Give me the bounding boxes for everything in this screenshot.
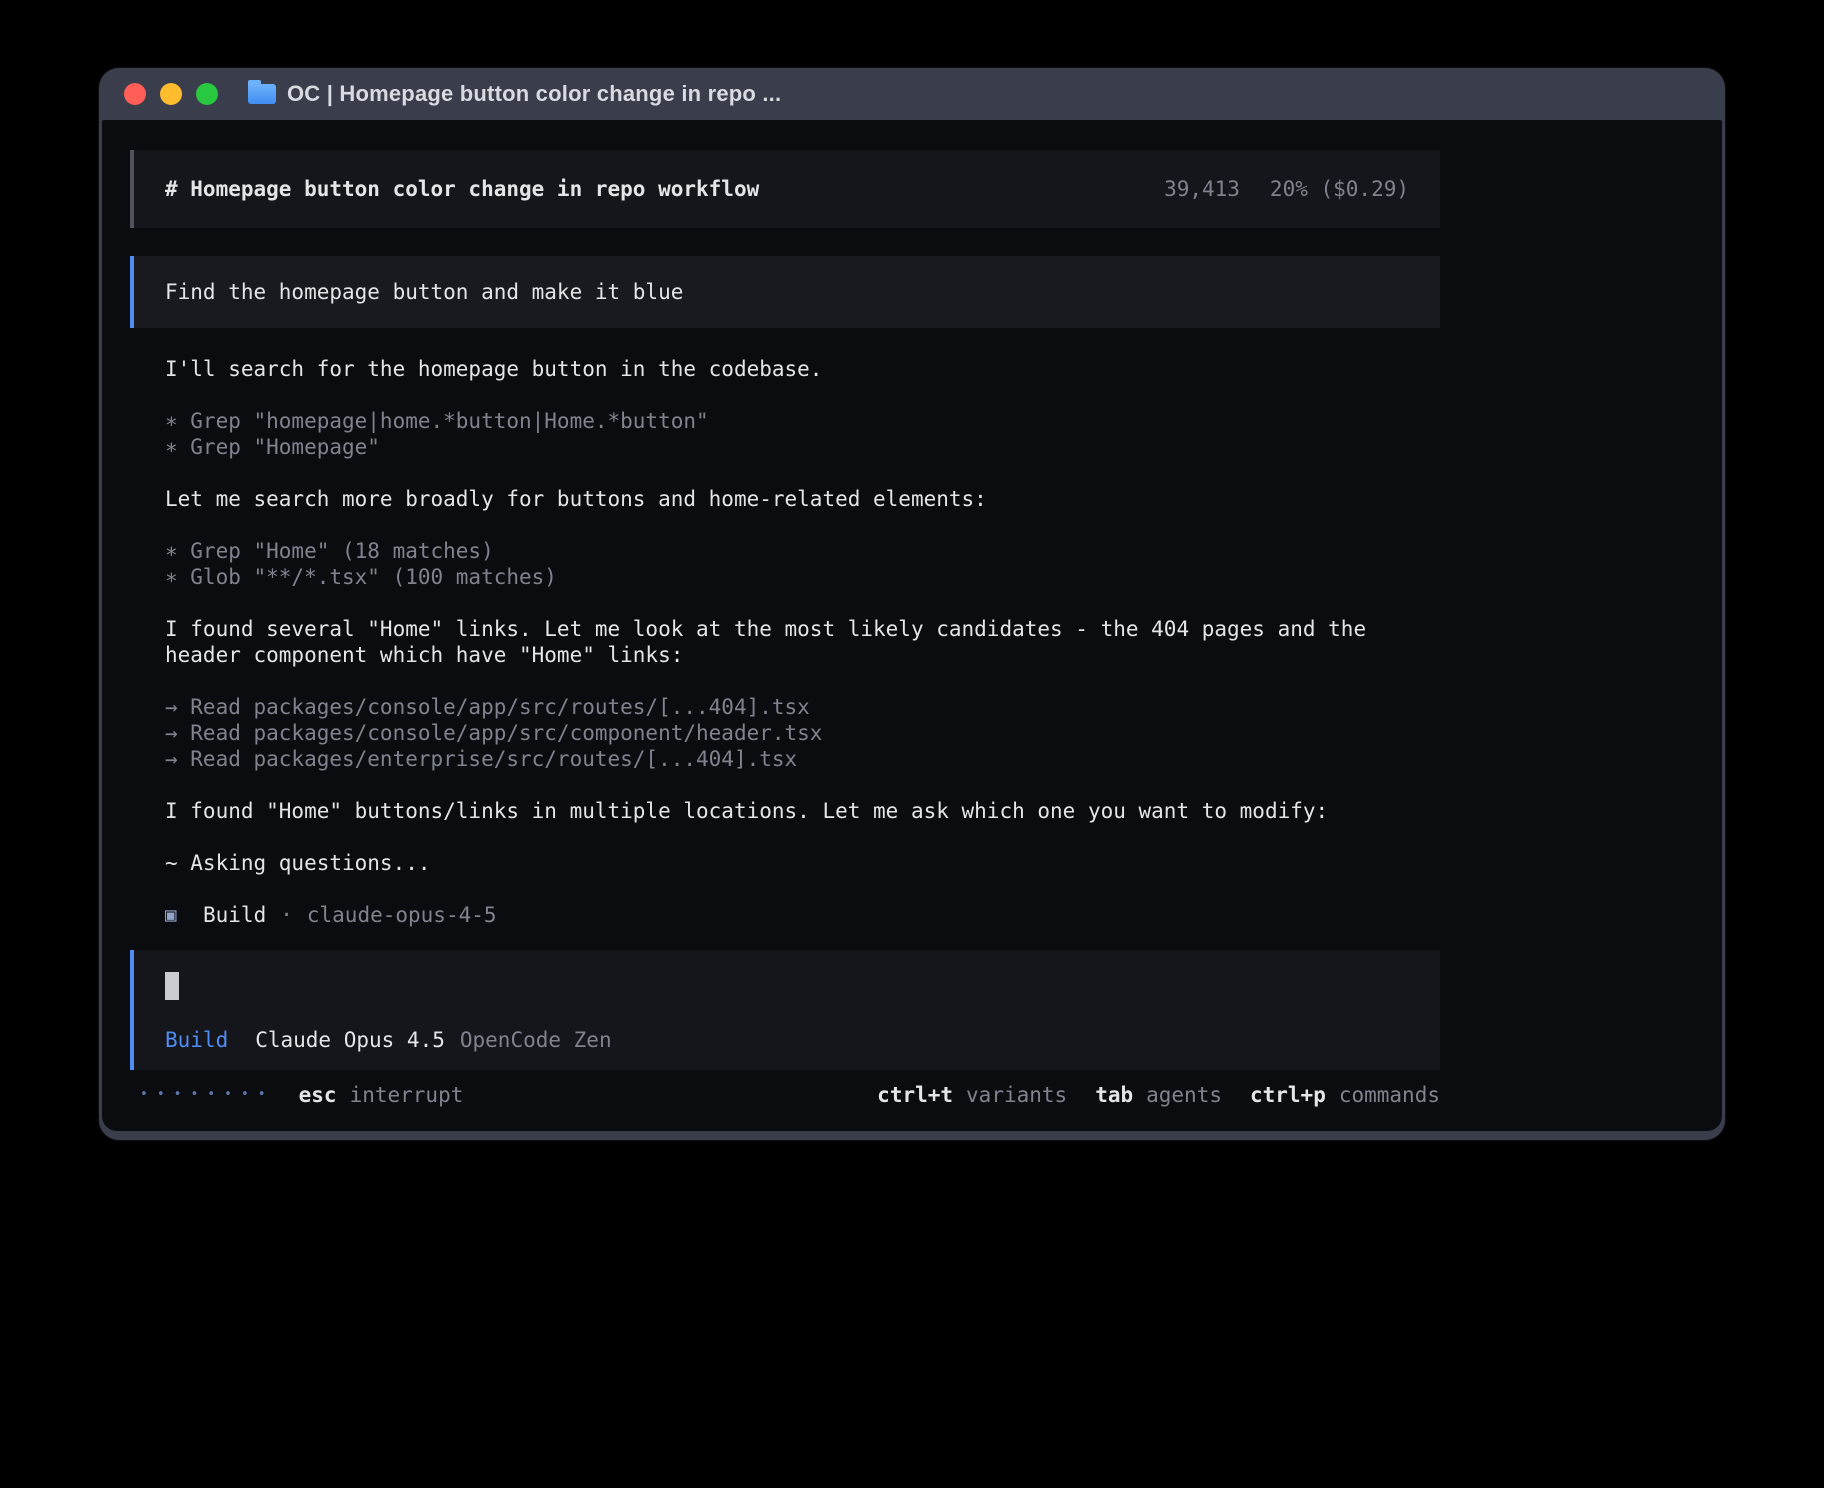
user-message: Find the homepage button and make it blu… xyxy=(130,256,1440,328)
shortcut-agents: tab agents xyxy=(1095,1082,1222,1108)
tool-call-group: ∗ Grep "homepage|home.*button|Home.*butt… xyxy=(165,408,1405,460)
tool-call-read: → Read packages/console/app/src/componen… xyxy=(165,720,1405,746)
asking-questions-status: ~ Asking questions... xyxy=(165,850,1405,876)
assistant-text: I found "Home" buttons/links in multiple… xyxy=(165,798,1405,824)
context-usage: 20% ($0.29) xyxy=(1270,176,1409,202)
model-status-line: Build Claude Opus 4.5 OpenCode Zen xyxy=(165,1027,1409,1053)
session-title: # Homepage button color change in repo w… xyxy=(165,176,759,202)
ctrl-p-key-label: ctrl+p xyxy=(1250,1082,1326,1108)
folder-icon xyxy=(248,84,276,104)
prompt-input-line[interactable] xyxy=(165,972,1409,1000)
model-name-label: Claude Opus 4.5 xyxy=(255,1027,445,1053)
provider-label: OpenCode Zen xyxy=(460,1027,612,1053)
prompt-input[interactable]: Build Claude Opus 4.5 OpenCode Zen xyxy=(130,950,1440,1070)
window-controls xyxy=(124,83,218,105)
session-stats: 39,413 20% ($0.29) xyxy=(1164,176,1409,202)
agent-icon: ▣ xyxy=(165,902,203,928)
terminal-window: OC | Homepage button color change in rep… xyxy=(99,68,1725,1140)
window-titlebar: OC | Homepage button color change in rep… xyxy=(99,68,1725,120)
tool-call-read: → Read packages/enterprise/src/routes/[.… xyxy=(165,746,1405,772)
desktop-background: OC | Homepage button color change in rep… xyxy=(0,0,1824,1488)
tool-call-group: → Read packages/console/app/src/routes/[… xyxy=(165,694,1405,772)
ctrl-t-key-label: ctrl+t xyxy=(877,1082,953,1108)
variants-label: variants xyxy=(966,1082,1067,1108)
agent-turn-footer: ▣ Build · claude-opus-4-5 xyxy=(165,902,1405,928)
shortcut-commands: ctrl+p commands xyxy=(1250,1082,1440,1108)
assistant-text: I'll search for the homepage button in t… xyxy=(165,356,1405,382)
tool-call-grep: ∗ Grep "Homepage" xyxy=(165,434,1405,460)
session-header: # Homepage button color change in repo w… xyxy=(130,150,1440,228)
agent-model-name: claude-opus-4-5 xyxy=(307,902,497,928)
agents-label: agents xyxy=(1146,1082,1222,1108)
separator-dot: · xyxy=(280,902,293,928)
status-bar: •••••••• esc interrupt ctrl+t variants t… xyxy=(130,1082,1440,1108)
minimize-window-button[interactable] xyxy=(160,83,182,105)
shortcut-interrupt: esc interrupt xyxy=(299,1082,464,1108)
close-window-button[interactable] xyxy=(124,83,146,105)
status-bar-left: •••••••• esc interrupt xyxy=(140,1082,463,1108)
tool-call-grep: ∗ Grep "Home" (18 matches) xyxy=(165,538,1405,564)
interrupt-label: interrupt xyxy=(350,1082,464,1108)
assistant-transcript: I'll search for the homepage button in t… xyxy=(130,356,1405,928)
tool-call-read: → Read packages/console/app/src/routes/[… xyxy=(165,694,1405,720)
tool-call-grep: ∗ Grep "homepage|home.*button|Home.*butt… xyxy=(165,408,1405,434)
agent-name: Build xyxy=(203,902,266,928)
spinner-dots: •••••••• xyxy=(140,1082,275,1108)
user-message-text: Find the homepage button and make it blu… xyxy=(165,279,683,305)
token-count: 39,413 xyxy=(1164,176,1240,202)
zoom-window-button[interactable] xyxy=(196,83,218,105)
tab-key-label: tab xyxy=(1095,1082,1133,1108)
text-cursor xyxy=(165,972,179,1000)
esc-key-label: esc xyxy=(299,1082,337,1108)
terminal-content: # Homepage button color change in repo w… xyxy=(102,120,1722,1131)
agent-mode-label[interactable]: Build xyxy=(165,1027,228,1053)
tool-call-group: ∗ Grep "Home" (18 matches) ∗ Glob "**/*.… xyxy=(165,538,1405,590)
assistant-text: Let me search more broadly for buttons a… xyxy=(165,486,1405,512)
assistant-text: I found several "Home" links. Let me loo… xyxy=(165,616,1405,668)
commands-label: commands xyxy=(1339,1082,1440,1108)
shortcut-variants: ctrl+t variants xyxy=(877,1082,1067,1108)
status-bar-right: ctrl+t variants tab agents ctrl+p comman… xyxy=(877,1082,1440,1108)
window-title: OC | Homepage button color change in rep… xyxy=(287,81,781,107)
tool-call-glob: ∗ Glob "**/*.tsx" (100 matches) xyxy=(165,564,1405,590)
